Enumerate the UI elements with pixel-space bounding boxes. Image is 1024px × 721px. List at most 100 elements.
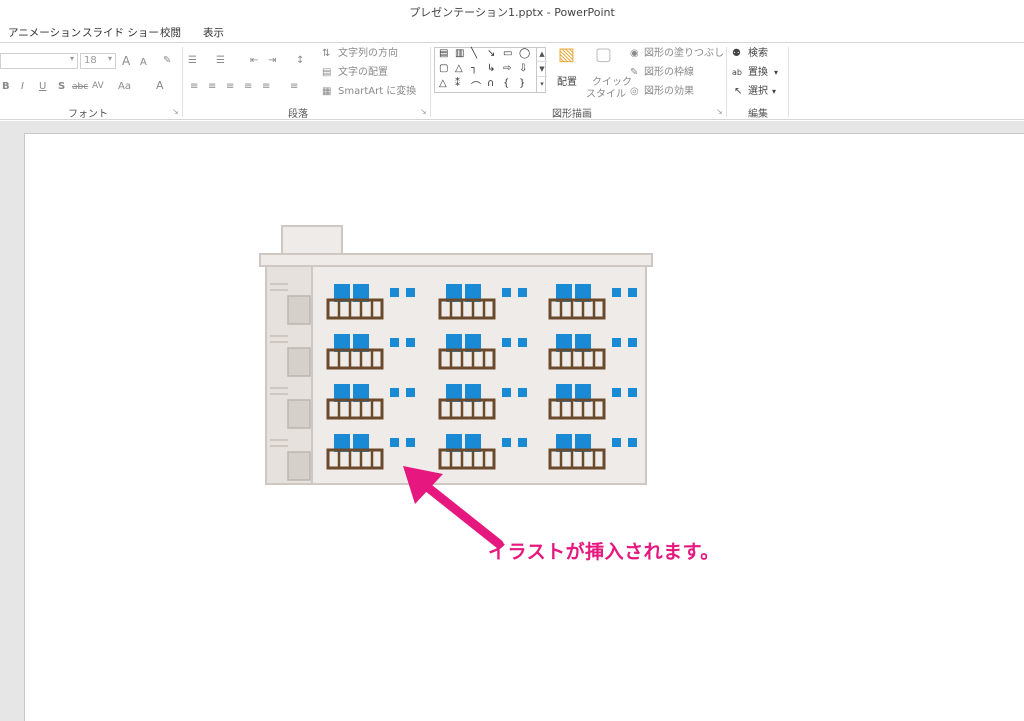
small-window [502, 338, 511, 347]
arrange-icon: ▧ [558, 44, 576, 65]
rooftop-box [281, 225, 343, 255]
arrow-line-shape-icon: ↘ [487, 48, 496, 59]
find-icon: ⚉ [732, 48, 741, 59]
italic-button[interactable]: I [21, 81, 24, 93]
ribbon-tabs: アニメーション スライド ショー 校閲 表示 [0, 22, 1024, 42]
small-window [502, 388, 511, 397]
small-window [628, 438, 637, 447]
title-bar: プレゼンテーション1.pptx - PowerPoint [0, 0, 1024, 22]
roof-ledge [259, 253, 653, 267]
group-separator [788, 47, 789, 117]
shape-effects-button[interactable]: 図形の効果 [644, 86, 694, 98]
tab-view[interactable]: 表示 [203, 25, 224, 40]
strike-button[interactable]: abc [72, 81, 88, 93]
arrange-button[interactable]: 配置 [557, 77, 577, 89]
font-size-value: 18 [84, 55, 97, 66]
curve-shape-icon: ⌒ [471, 82, 481, 93]
align-right-icon[interactable]: ≡ [226, 81, 234, 93]
smartart-button[interactable]: SmartArt に変換 [338, 86, 416, 98]
select-icon: ↖ [734, 86, 743, 97]
down-arrow-shape-icon: ⇩ [519, 63, 528, 74]
ribbon: ▾ 18 ▾ A A ✎ B I U S abc AV Aa A フォント ↘ ☰… [0, 42, 1024, 120]
bold-button[interactable]: B [2, 81, 10, 93]
font-family-combo[interactable]: ▾ [0, 53, 78, 69]
align-left-icon[interactable]: ≡ [190, 81, 198, 93]
shapes-gallery[interactable]: ▤ ▥ ╲ ↘ ▭ ◯ ▢ △ ┐ ↳ ⇨ ⇩ △ ⁑ ⌒ ∩ { } [434, 47, 546, 93]
replace-dropdown-icon[interactable]: ▾ [774, 67, 778, 79]
small-window [390, 338, 399, 347]
small-window [628, 288, 637, 297]
small-window [502, 438, 511, 447]
small-window [518, 338, 527, 347]
clear-format-icon[interactable]: ✎ [163, 55, 171, 67]
drawing-launcher-icon[interactable]: ↘ [716, 107, 723, 116]
increase-indent-icon[interactable]: ⇥ [268, 55, 276, 67]
small-window [628, 388, 637, 397]
text-direction-button[interactable]: 文字列の方向 [338, 48, 398, 60]
textbox-shape-icon: ▤ [439, 48, 449, 59]
smartart-icon: ▦ [322, 86, 332, 97]
font-launcher-icon[interactable]: ↘ [172, 107, 179, 116]
font-color-button[interactable]: A [156, 80, 164, 92]
small-window [390, 388, 399, 397]
oval-shape-icon: ◯ [519, 48, 531, 59]
decrease-indent-icon[interactable]: ⇤ [250, 55, 258, 67]
small-window [406, 438, 415, 447]
numbering-icon[interactable]: ☰ [216, 55, 225, 67]
quick-styles-button-line2[interactable]: スタイル [586, 89, 626, 101]
brace-right-shape-icon: } [519, 78, 526, 89]
small-window [612, 388, 621, 397]
find-button[interactable]: 検索 [748, 48, 768, 60]
font-size-combo[interactable]: 18 ▾ [80, 53, 116, 69]
select-dropdown-icon[interactable]: ▾ [772, 86, 776, 98]
small-window [612, 438, 621, 447]
text-direction-icon: ⇅ [322, 48, 331, 59]
group-separator [726, 47, 727, 117]
rounded-rect-shape-icon: ▢ [439, 63, 449, 74]
group-separator [182, 47, 183, 117]
paragraph-group-label: 段落 [288, 109, 308, 120]
align-center-icon[interactable]: ≡ [208, 81, 216, 93]
bullets-icon[interactable]: ☰ [188, 55, 197, 67]
quick-styles-button[interactable]: クイック [592, 77, 632, 89]
distributed-icon[interactable]: ≡ [262, 81, 270, 93]
callout-text: イラストが挿入されます。 [488, 541, 720, 563]
tab-animations[interactable]: アニメーション [8, 25, 81, 40]
fill-icon: ◉ [630, 48, 639, 59]
justify-icon[interactable]: ≡ [244, 81, 252, 93]
tab-review[interactable]: 校閲 [160, 25, 181, 40]
small-window [390, 438, 399, 447]
line-spacing-icon[interactable]: ↕ [296, 55, 304, 67]
apartment-building-illustration[interactable] [258, 224, 654, 488]
underline-button[interactable]: U [39, 81, 46, 93]
small-window [612, 338, 621, 347]
shapes-scroll[interactable]: ▲ ▼ ▾ [536, 47, 547, 93]
arc-shape-icon: ∩ [487, 78, 495, 89]
quick-styles-icon: ▢ [595, 44, 613, 65]
shape-fill-button[interactable]: 図形の塗りつぶし [644, 48, 724, 60]
tab-slideshow[interactable]: スライド ショー [82, 25, 159, 40]
small-window [612, 288, 621, 297]
triangle-shape-icon: △ [455, 63, 463, 74]
font-group-label: フォント [68, 109, 108, 120]
replace-icon: ab [732, 68, 742, 77]
grow-font-button[interactable]: A [122, 55, 130, 67]
vertical-textbox-shape-icon: ▥ [455, 48, 465, 59]
align-text-icon: ▤ [322, 67, 332, 78]
small-window [406, 388, 415, 397]
replace-button[interactable]: 置換 [748, 67, 768, 79]
columns-icon[interactable]: ≡ [290, 81, 298, 93]
select-button[interactable]: 選択 [748, 86, 768, 98]
shrink-font-button[interactable]: A [140, 57, 147, 69]
char-spacing-button[interactable]: AV [92, 80, 104, 92]
rectangle-shape-icon: ▭ [503, 48, 513, 59]
shape-outline-button[interactable]: 図形の枠線 [644, 67, 694, 79]
elbow-arrow-shape-icon: ↳ [487, 63, 496, 74]
align-text-button[interactable]: 文字の配置 [338, 67, 388, 79]
shadow-button[interactable]: S [58, 81, 65, 93]
change-case-button[interactable]: Aa [118, 81, 131, 93]
drawing-group-label: 図形描画 [552, 109, 592, 120]
paragraph-launcher-icon[interactable]: ↘ [420, 107, 427, 116]
freeform-shape-icon: ⁑ [455, 78, 460, 89]
small-window [390, 288, 399, 297]
